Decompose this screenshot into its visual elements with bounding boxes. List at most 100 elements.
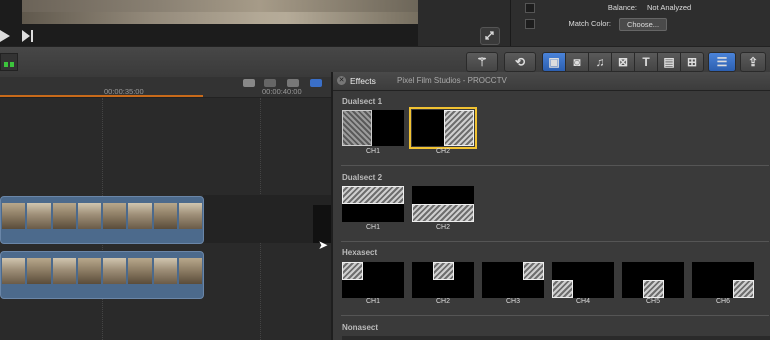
effect-hexasect-ch2[interactable] [412,262,474,298]
effect-thumbnail-texture [643,280,664,298]
effect-label: CH5 [645,298,660,305]
close-icon[interactable]: ✕ [337,76,346,85]
section-title: Dualsect 2 [342,173,383,182]
audio-meter [0,53,18,71]
clip-frame [128,258,152,284]
share-button[interactable]: ⇪ [740,52,766,72]
play-button[interactable] [0,29,10,42]
clip-frame [27,258,51,284]
enhancements-button[interactable]: ⚚ [466,52,498,72]
music-tab[interactable]: ♫ [588,52,612,72]
effect-label: CH3 [505,298,520,305]
effects-category: Pixel Film Studios - PROCCTV [397,76,507,85]
effect-thumbnail-texture [523,262,544,280]
effect-thumbnail-texture [733,280,754,298]
effect-label: CH6 [715,298,730,305]
effect-dualsect2-ch2[interactable] [412,186,474,222]
effect-label: CH4 [575,298,590,305]
clip-frame [128,203,152,229]
effect-dualsect2-ch1[interactable] [342,186,404,222]
clip-frame [52,258,76,284]
effect-hexasect-ch6[interactable] [692,262,754,298]
effects-title: Effects [350,76,376,86]
effect-dualsect1-ch2[interactable] [409,107,477,149]
skip-forward-icon [22,30,33,42]
clip-frame [103,203,127,229]
effect-thumbnail-texture [552,280,573,298]
clip-frame [27,203,51,229]
effect-label: CH1 [365,298,380,305]
titles-tab[interactable]: T [634,52,658,72]
section-title: Hexasect [342,248,378,257]
video-clip[interactable] [0,251,204,299]
effects-browser: ✕ Effects Pixel Film Studios - PROCCTV D… [331,72,770,340]
fullscreen-button[interactable] [480,27,500,45]
nonasect-row-preview [342,336,770,340]
snapping-icon[interactable] [287,79,299,87]
timeline-progress [0,95,203,97]
effect-thumbnail-texture [433,262,454,280]
balance-value: Not Analyzed [647,3,692,12]
magic-wand-icon: ⚚ [476,55,488,69]
effect-hexasect-ch3[interactable] [482,262,544,298]
video-preview [22,0,418,24]
effects-browser-button[interactable]: ☰ [708,52,736,72]
effect-hexasect-ch5[interactable] [622,262,684,298]
share-icon: ⇪ [747,55,759,69]
titles-generator-icon: ⊠ [617,55,629,69]
retime-button[interactable]: ⟲ [504,52,536,72]
themes-tab[interactable]: ▤ [657,52,681,72]
audio-skimming-icon[interactable] [243,79,255,87]
effect-thumbnail-texture [342,186,404,204]
clip-filmstrip [1,203,203,229]
photo-icon: ◙ [573,55,581,69]
section-title: Dualsect 1 [342,97,383,106]
clip-frame [77,203,101,229]
photos-tab[interactable]: ◙ [565,52,589,72]
effects-header: ✕ Effects Pixel Film Studios - PROCCTV [333,72,770,91]
ruler-tick: 00:00:40:00 [262,87,302,96]
section-divider [341,241,769,242]
cursor-icon: ➤ [318,238,329,252]
effect-label: CH2 [435,148,450,155]
clip-frame [178,203,202,229]
effect-thumbnail-texture [412,204,474,222]
color-inspector: Balance: Not Analyzed Match Color: Choos… [510,0,770,46]
music-icon: ♫ [595,55,605,69]
retime-icon: ⟲ [514,55,526,69]
effect-dualsect1-ch1[interactable] [342,110,404,146]
drop-zone [203,195,331,243]
clip-frame [178,258,202,284]
effect-thumbnail-texture [342,262,363,280]
section-title: Nonasect [342,323,379,332]
play-icon [0,30,10,42]
clip-filmstrip [1,258,203,284]
effect-label: CH2 [435,224,450,231]
clip-frame [153,203,177,229]
effect-label: CH1 [365,224,380,231]
viewer-panel [0,0,418,46]
themes-icon: ▤ [663,55,675,69]
effect-hexasect-ch1[interactable] [342,262,404,298]
choose-button[interactable]: Choose... [619,18,667,31]
generators-tab[interactable]: ⊠ [611,52,635,72]
effect-label: CH1 [365,148,380,155]
media-browser-tab[interactable]: ▣ [542,52,566,72]
text-icon: T [642,55,650,69]
clip-frame [52,203,76,229]
skimming-icon[interactable] [310,79,322,87]
clip-frame [153,258,177,284]
balance-label: Balance: [607,3,637,12]
clip-frame [2,203,26,229]
transitions-tab[interactable]: ⊞ [680,52,704,72]
section-divider [341,315,769,316]
effect-thumbnail-texture [444,110,474,146]
video-clip[interactable] [0,196,204,244]
clip-frame [2,258,26,284]
skip-forward-button[interactable] [22,29,34,42]
effect-label: CH2 [435,298,450,305]
effect-hexasect-ch4[interactable] [552,262,614,298]
section-divider [341,165,769,166]
clip-frame [103,258,127,284]
solo-icon[interactable] [264,79,276,87]
